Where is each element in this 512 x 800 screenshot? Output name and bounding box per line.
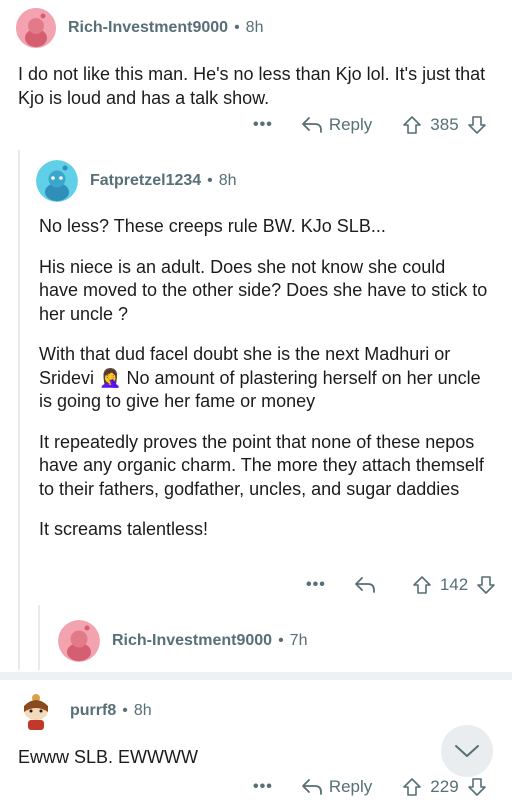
reply-arrow-icon [354, 577, 375, 593]
separator-dot: • [122, 702, 128, 719]
avatar[interactable] [36, 160, 78, 202]
avatar[interactable] [16, 690, 58, 732]
thread-line[interactable] [18, 150, 20, 670]
upvote-arrow-icon[interactable] [402, 777, 422, 797]
reply-button[interactable]: Reply [301, 115, 372, 135]
comment-paragraph: No less? These creeps rule BW. KJo SLB..… [39, 216, 386, 236]
comment-paragraph: With that dud facel doubt she is the nex… [39, 343, 489, 414]
more-options-button[interactable]: ••• [306, 576, 326, 594]
avatar[interactable] [58, 620, 100, 662]
separator-dot: • [278, 632, 284, 649]
username[interactable]: Rich-Investment9000 [68, 19, 228, 37]
facepalm-emoji: 🤦‍♀️ [99, 367, 122, 388]
comment-paragraph: It repeatedly proves the point that none… [39, 431, 484, 499]
vote-controls: 385 [402, 115, 486, 135]
timestamp: 8h [218, 172, 237, 189]
comment-header: Fatpretzel1234 • 8h [36, 160, 237, 202]
reply-label: Reply [328, 115, 373, 134]
separator-dot: • [234, 19, 240, 36]
upvote-arrow-icon[interactable] [412, 575, 432, 595]
reply-arrow-icon [301, 117, 322, 133]
comment-text: Ewww SLB. EWWWW [18, 747, 198, 767]
reply-label: Reply [328, 777, 373, 796]
section-divider [0, 672, 512, 680]
comment-text: I do not like this man. He's no less tha… [18, 64, 486, 108]
chevron-down-icon [455, 745, 479, 757]
comment-actions: ••• Reply 385 [253, 115, 487, 135]
reply-arrow-icon [301, 779, 322, 795]
comment-paragraph: His niece is an adult. Does she not know… [39, 256, 488, 324]
downvote-arrow-icon[interactable] [467, 777, 487, 797]
downvote-arrow-icon[interactable] [467, 115, 487, 135]
upvote-arrow-icon[interactable] [402, 115, 422, 135]
reply-button[interactable]: Reply [301, 777, 372, 797]
comment-actions: ••• 142 [306, 575, 496, 595]
username[interactable]: purrf8 [70, 702, 116, 720]
comment-header: Rich-Investment9000 • 7h [58, 620, 307, 662]
comment-actions: ••• Reply 229 [253, 777, 487, 797]
vote-controls: 229 [402, 777, 486, 797]
timestamp: 7h [289, 632, 308, 649]
username[interactable]: Fatpretzel1234 [90, 172, 201, 190]
thread-line[interactable] [38, 605, 40, 670]
comment-body: No less? These creeps rule BW. KJo SLB..… [39, 215, 489, 559]
reply-button[interactable] [354, 576, 382, 594]
comment-body: Ewww SLB. EWWWW [18, 746, 438, 770]
comment-header: Rich-Investment9000 • 8h [16, 8, 263, 48]
vote-count: 385 [430, 115, 459, 134]
comment-header: purrf8 • 8h [16, 690, 152, 732]
vote-count: 142 [439, 575, 469, 594]
comment-body: I do not like this man. He's no less tha… [18, 63, 488, 110]
avatar[interactable] [16, 8, 56, 48]
comment-paragraph: It screams talentless! [39, 519, 209, 539]
downvote-arrow-icon[interactable] [476, 575, 496, 595]
scroll-down-button[interactable] [441, 725, 493, 777]
vote-controls: 142 [412, 575, 496, 595]
separator-dot: • [207, 172, 213, 189]
timestamp: 8h [133, 702, 152, 719]
timestamp: 8h [245, 19, 264, 36]
username[interactable]: Rich-Investment9000 [112, 632, 272, 650]
more-options-button[interactable]: ••• [253, 116, 273, 134]
more-options-button[interactable]: ••• [253, 778, 273, 796]
vote-count: 229 [430, 777, 459, 796]
